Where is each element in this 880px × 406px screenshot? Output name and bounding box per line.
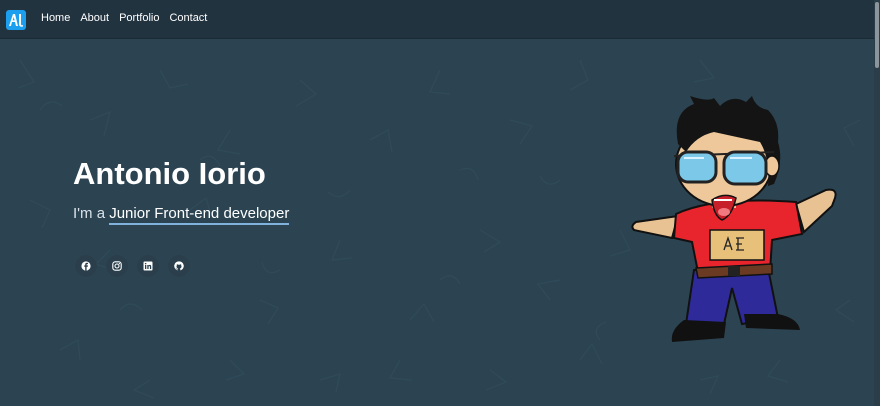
nav-link-home[interactable]: Home [41, 12, 70, 24]
nav-link-about[interactable]: About [80, 12, 109, 24]
hero-name: Antonio Iorio [73, 156, 266, 191]
instagram-icon [112, 261, 122, 271]
nav-links: Home About Portfolio Contact [41, 12, 207, 24]
hero-intro: I'm a Junior Front-end developer [73, 205, 290, 225]
linkedin-icon [143, 261, 153, 271]
cartoon-avatar-illustration [631, 96, 837, 342]
navbar: Home About Portfolio Contact [0, 0, 880, 39]
nav-link-contact[interactable]: Contact [169, 12, 207, 24]
social-links [75, 255, 190, 277]
logo-icon[interactable] [6, 10, 26, 30]
page-scrollbar[interactable] [874, 0, 880, 406]
facebook-icon [81, 261, 91, 271]
linkedin-link[interactable] [137, 255, 159, 277]
github-link[interactable] [168, 255, 190, 277]
instagram-link[interactable] [106, 255, 128, 277]
facebook-link[interactable] [75, 255, 97, 277]
typed-role: Junior Front-end developer [109, 205, 290, 225]
nav-link-portfolio[interactable]: Portfolio [119, 12, 159, 24]
scrollbar-thumb[interactable] [875, 2, 879, 68]
intro-prefix: I'm a [73, 205, 110, 222]
github-icon [174, 261, 184, 271]
